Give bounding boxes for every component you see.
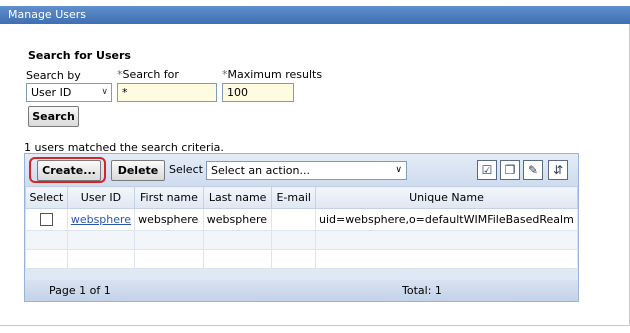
column-header-select[interactable]: Select	[25, 186, 68, 209]
search-by-value: User ID	[31, 86, 72, 99]
last-name-cell: websphere	[202, 208, 273, 231]
window-title-bar: Manage Users	[0, 6, 630, 24]
column-header-unique-name[interactable]: Unique Name	[314, 186, 579, 209]
section-title: Search for Users	[28, 49, 131, 62]
unique-name-cell: uid=websphere,o=defaultWIMFileBasedRealm	[314, 208, 579, 231]
column-header-last-name[interactable]: Last name	[202, 186, 273, 209]
delete-button[interactable]: Delete	[111, 160, 165, 181]
max-results-label: Maximum results	[227, 68, 323, 81]
grid-toolbar: Create... Delete Select Select an action…	[25, 154, 578, 186]
row-checkbox[interactable]	[39, 213, 53, 227]
users-table: Select User ID First name Last name E-ma…	[25, 186, 579, 269]
table-header-row: Select User ID First name Last name E-ma…	[25, 186, 579, 209]
user-id-link[interactable]: websphere	[71, 213, 131, 226]
hide-filter-icon[interactable]: ⇵	[548, 160, 568, 180]
page-indicator: Page 1 of 1	[49, 284, 111, 297]
max-results-input[interactable]: 100	[222, 83, 294, 102]
show-filter-icon[interactable]: ✎	[523, 160, 543, 180]
total-count: Total: 1	[402, 284, 442, 297]
deselect-all-icon[interactable]: ❐	[500, 160, 520, 180]
search-for-label: Search for	[122, 68, 179, 81]
empty-row	[25, 249, 579, 269]
select-all-icon[interactable]: ☑	[477, 160, 497, 180]
action-select-label: Select	[169, 163, 203, 176]
users-grid: Create... Delete Select Select an action…	[24, 153, 579, 302]
empty-row	[25, 230, 579, 250]
chevron-down-icon: ∨	[395, 165, 402, 175]
search-for-input[interactable]: *	[117, 83, 217, 102]
chevron-down-icon: ∨	[101, 87, 108, 97]
grid-footer: Page 1 of 1 Total: 1	[25, 280, 578, 301]
max-results-label-group: *Maximum results	[222, 68, 322, 81]
search-button[interactable]: Search	[28, 106, 79, 127]
column-header-email[interactable]: E-mail	[271, 186, 316, 209]
user-id-cell: websphere	[66, 208, 136, 231]
table-row: websphere websphere websphere uid=websph…	[25, 208, 579, 231]
column-header-first-name[interactable]: First name	[134, 186, 204, 209]
create-button[interactable]: Create...	[37, 160, 101, 181]
row-select-cell	[25, 208, 68, 231]
action-select[interactable]: Select an action... ∨	[206, 161, 407, 180]
window-title: Manage Users	[8, 8, 86, 21]
search-by-label: Search by	[26, 69, 81, 82]
email-cell	[271, 208, 316, 231]
search-for-label-group: *Search for	[117, 68, 179, 81]
first-name-cell: websphere	[134, 208, 204, 231]
column-header-user-id[interactable]: User ID	[66, 186, 136, 209]
search-by-select[interactable]: User ID ∨	[26, 83, 112, 102]
action-select-value: Select an action...	[211, 164, 310, 177]
